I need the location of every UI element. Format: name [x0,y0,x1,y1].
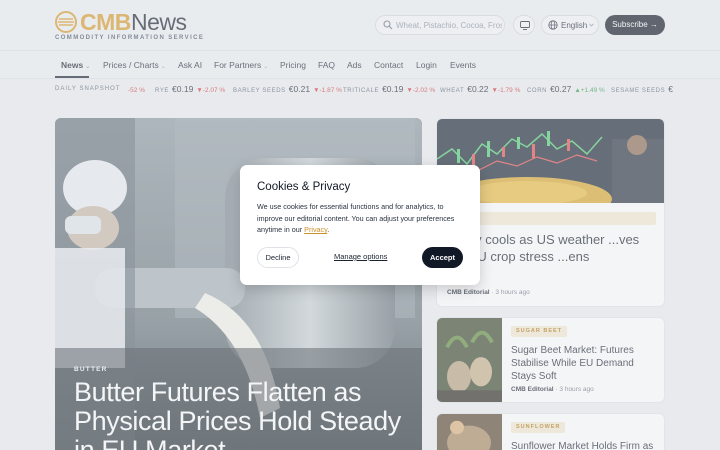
decline-button[interactable]: Decline [257,247,299,268]
dialog-title: Cookies & Privacy [257,181,351,193]
dialog-body-text: We use cookies for essential functions a… [257,202,455,234]
privacy-link[interactable]: Privacy [304,225,327,234]
accept-button[interactable]: Accept [422,247,463,268]
manage-options-button[interactable]: Manage options [334,252,387,261]
dialog-body: We use cookies for essential functions a… [257,202,455,234]
cookie-consent-dialog: Cookies & Privacy We use cookies for ess… [240,165,480,285]
